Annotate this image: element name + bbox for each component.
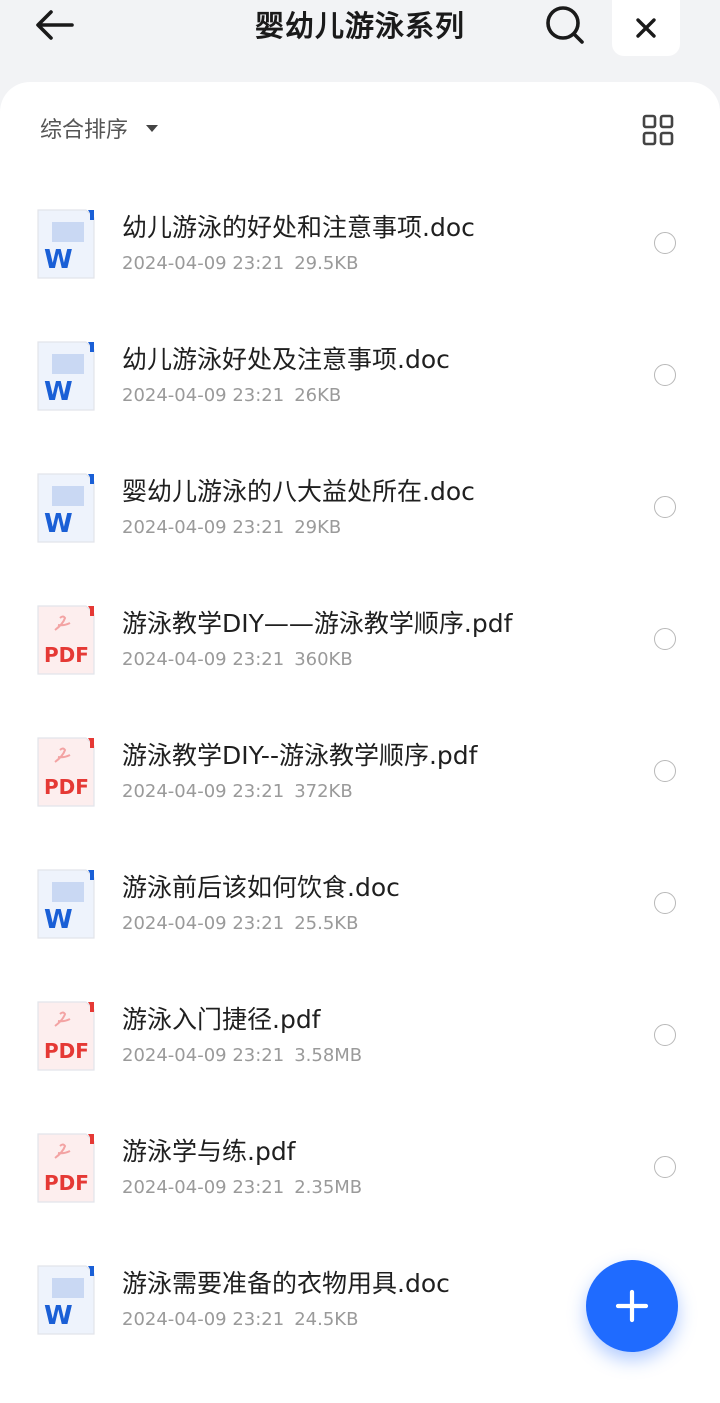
- file-date: 2024-04-09 23:21: [122, 517, 285, 538]
- file-size: 360KB: [294, 649, 353, 670]
- select-radio[interactable]: [654, 364, 676, 386]
- file-size: 2.35MB: [294, 1177, 363, 1198]
- select-radio[interactable]: [654, 496, 676, 518]
- select-radio[interactable]: [654, 232, 676, 254]
- select-radio[interactable]: [654, 1024, 676, 1046]
- file-name: 游泳学与练.pdf: [122, 1137, 296, 1166]
- arrow-left-icon: [36, 10, 74, 40]
- file-name: 幼儿游泳好处及注意事项.doc: [122, 345, 450, 374]
- file-row[interactable]: W 游泳前后该如何饮食.doc 2024-04-09 23:21 25.5KB: [0, 840, 720, 972]
- file-row[interactable]: W 幼儿游泳的好处和注意事项.doc 2024-04-09 23:21 29.5KB: [0, 180, 720, 312]
- select-radio[interactable]: [654, 628, 676, 650]
- file-date: 2024-04-09 23:21: [122, 1309, 285, 1330]
- word-file-icon: W: [37, 209, 95, 279]
- file-type-badge: PDF: [44, 775, 89, 799]
- select-radio[interactable]: [654, 1156, 676, 1178]
- file-date: 2024-04-09 23:21: [122, 649, 285, 670]
- file-name: 游泳需要准备的衣物用具.doc: [122, 1269, 450, 1298]
- file-type-badge: PDF: [44, 643, 89, 667]
- pdf-file-icon: PDF: [37, 605, 95, 675]
- file-panel: 综合排序 W 幼儿游泳的好处和注意事项.doc 2024-04-09 23:21 29…: [0, 82, 720, 1403]
- file-date: 2024-04-09 23:21: [122, 1045, 285, 1066]
- file-size: 25.5KB: [294, 913, 359, 934]
- file-type-badge: W: [44, 245, 73, 275]
- file-meta: 2024-04-09 23:21 29.5KB: [122, 250, 358, 278]
- file-name: 幼儿游泳的好处和注意事项.doc: [122, 213, 475, 242]
- word-file-icon: W: [37, 1265, 95, 1335]
- file-type-badge: W: [44, 1301, 73, 1331]
- file-name: 婴幼儿游泳的八大益处所在.doc: [122, 477, 475, 506]
- pdf-file-icon: PDF: [37, 1133, 95, 1203]
- word-file-icon: W: [37, 341, 95, 411]
- file-meta: 2024-04-09 23:21 3.58MB: [122, 1042, 362, 1070]
- file-name: 游泳入门捷径.pdf: [122, 1005, 321, 1034]
- file-type-badge: PDF: [44, 1039, 89, 1063]
- file-name: 游泳前后该如何饮食.doc: [122, 873, 400, 902]
- file-date: 2024-04-09 23:21: [122, 913, 285, 934]
- file-meta: 2024-04-09 23:21 26KB: [122, 382, 341, 410]
- plus-icon: [615, 1289, 649, 1323]
- file-date: 2024-04-09 23:21: [122, 253, 285, 274]
- pdf-file-icon: PDF: [37, 737, 95, 807]
- file-meta: 2024-04-09 23:21 372KB: [122, 778, 353, 806]
- top-bar: 婴幼儿游泳系列: [0, 0, 720, 82]
- file-row[interactable]: PDF 游泳教学DIY--游泳教学顺序.pdf 2024-04-09 23:21 37…: [0, 708, 720, 840]
- grid-view-icon: [642, 114, 674, 146]
- file-type-badge: PDF: [44, 1171, 89, 1195]
- word-file-icon: W: [37, 869, 95, 939]
- file-meta: 2024-04-09 23:21 24.5KB: [122, 1306, 358, 1334]
- add-button[interactable]: [586, 1260, 678, 1352]
- file-size: 24.5KB: [294, 1309, 359, 1330]
- file-meta: 2024-04-09 23:21 29KB: [122, 514, 341, 542]
- file-size: 26KB: [294, 385, 342, 406]
- file-size: 372KB: [294, 781, 353, 802]
- search-icon: [546, 6, 584, 44]
- file-type-badge: W: [44, 377, 73, 407]
- file-list: W 幼儿游泳的好处和注意事项.doc 2024-04-09 23:21 29.5KB W…: [0, 180, 720, 1368]
- sort-dropdown[interactable]: 综合排序: [40, 110, 159, 146]
- file-date: 2024-04-09 23:21: [122, 385, 285, 406]
- file-row[interactable]: W 婴幼儿游泳的八大益处所在.doc 2024-04-09 23:21 29KB: [0, 444, 720, 576]
- file-name: 游泳教学DIY——游泳教学顺序.pdf: [122, 609, 513, 638]
- file-size: 29KB: [294, 517, 342, 538]
- file-row[interactable]: PDF 游泳入门捷径.pdf 2024-04-09 23:21 3.58MB: [0, 972, 720, 1104]
- file-type-badge: W: [44, 509, 73, 539]
- word-file-icon: W: [37, 473, 95, 543]
- file-row[interactable]: PDF 游泳学与练.pdf 2024-04-09 23:21 2.35MB: [0, 1104, 720, 1236]
- sort-bar: 综合排序: [0, 82, 720, 174]
- file-meta: 2024-04-09 23:21 360KB: [122, 646, 353, 674]
- select-radio[interactable]: [654, 892, 676, 914]
- page-title: 婴幼儿游泳系列: [254, 9, 465, 43]
- sort-label: 综合排序: [40, 118, 129, 143]
- file-row[interactable]: PDF 游泳教学DIY——游泳教学顺序.pdf 2024-04-09 23:21 36…: [0, 576, 720, 708]
- file-date: 2024-04-09 23:21: [122, 781, 285, 802]
- search-button[interactable]: [538, 0, 592, 50]
- file-meta: 2024-04-09 23:21 2.35MB: [122, 1174, 362, 1202]
- grid-view-button[interactable]: [636, 108, 680, 152]
- caret-down-icon: [146, 124, 159, 132]
- file-size: 29.5KB: [294, 253, 359, 274]
- file-meta: 2024-04-09 23:21 25.5KB: [122, 910, 358, 938]
- pdf-file-icon: PDF: [37, 1001, 95, 1071]
- close-icon: [636, 18, 656, 38]
- file-row[interactable]: W 幼儿游泳好处及注意事项.doc 2024-04-09 23:21 26KB: [0, 312, 720, 444]
- file-name: 游泳教学DIY--游泳教学顺序.pdf: [122, 741, 478, 770]
- select-radio[interactable]: [654, 760, 676, 782]
- file-date: 2024-04-09 23:21: [122, 1177, 285, 1198]
- back-button[interactable]: [28, 0, 80, 50]
- file-type-badge: W: [44, 905, 73, 935]
- file-size: 3.58MB: [294, 1045, 363, 1066]
- close-button[interactable]: [612, 0, 680, 56]
